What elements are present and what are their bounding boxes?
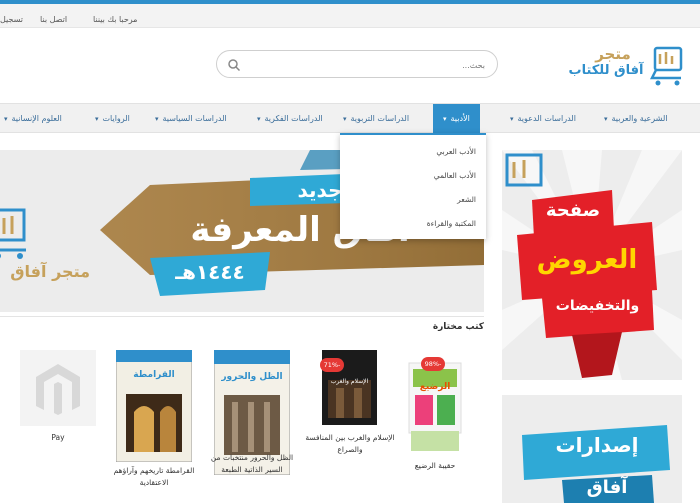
banner-store-name: متجر آفاق xyxy=(10,262,90,281)
promo2-line1: إصدارات xyxy=(555,433,639,457)
banner-year: ١٤٤٤هـ xyxy=(175,260,245,284)
search-icon[interactable] xyxy=(227,58,241,72)
dropdown-item-library-reading[interactable]: المكتبة والقراءة xyxy=(427,219,476,228)
product-title[interactable]: Pay xyxy=(8,432,108,444)
cover-title-text: الظل والحرور xyxy=(221,372,283,382)
nav-item-novels[interactable]: الروايات▾ xyxy=(95,104,130,134)
search-input[interactable] xyxy=(255,57,485,73)
top-bar: مرحبا بك بيننا اتصل بنا تسجيل xyxy=(0,4,700,28)
product-title[interactable]: الإسلام والغرب بين المنافسة والصراع xyxy=(300,432,400,456)
book-cover xyxy=(115,349,193,463)
product-title[interactable]: الظل والحرور منتخبات من السير الذاتية ال… xyxy=(202,452,302,476)
featured-books-title: كتب مختارة xyxy=(432,322,484,332)
product-image[interactable] xyxy=(115,349,193,463)
dropdown-item-poetry[interactable]: الشعر xyxy=(457,195,476,204)
promo-line2: العروض xyxy=(536,245,638,275)
register-link[interactable]: تسجيل xyxy=(0,15,23,24)
nav-item-sharia[interactable]: الشرعية والعربية▾ xyxy=(604,104,667,134)
discount-badge: -71% xyxy=(320,358,344,372)
cover-title-text: الرضيع xyxy=(419,382,451,392)
offers-promo-banner[interactable]: صفحة العروض والتخفيضات xyxy=(502,150,682,380)
logo-line2: آفاق للكتاب xyxy=(568,63,644,78)
chevron-down-icon: ▾ xyxy=(604,115,608,123)
promo-line3: والتخفيضات xyxy=(555,298,640,314)
magento-placeholder-icon xyxy=(36,364,80,415)
product-title[interactable]: القرامطة تاريخهم وآراؤهم الاعتقادية xyxy=(104,465,204,489)
welcome-text: مرحبا بك بيننا xyxy=(93,15,138,24)
promo-line1: صفحة xyxy=(545,200,601,221)
search-box[interactable] xyxy=(216,50,498,78)
contact-link[interactable]: اتصل بنا xyxy=(40,15,67,24)
cover-title-text: القرامطة xyxy=(133,370,175,380)
chevron-down-icon: ▾ xyxy=(4,115,8,123)
logo-line1: متجر xyxy=(595,45,631,63)
nav-item-educational[interactable]: الدراسات التربوية▾ xyxy=(343,104,409,134)
releases-promo-banner[interactable]: إصدارات آفاق xyxy=(502,395,682,503)
chevron-down-icon: ▾ xyxy=(95,115,99,123)
nav-item-political[interactable]: الدراسات السياسية▾ xyxy=(155,104,227,134)
nav-item-dawah[interactable]: الدراسات الدعوية▾ xyxy=(510,104,576,134)
promo2-line2: آفاق xyxy=(586,477,628,498)
literary-dropdown-menu: الأدب العربي الأدب العالمي الشعر المكتبة… xyxy=(340,133,486,239)
dropdown-item-arabic-lit[interactable]: الأدب العربي xyxy=(436,147,476,156)
cover-title-text: الإسلام والغرب xyxy=(330,378,369,385)
chevron-down-icon: ▾ xyxy=(443,115,447,123)
discount-badge: -98% xyxy=(421,357,445,371)
nav-item-humanities[interactable]: العلوم الإنسانية▾ xyxy=(4,104,62,134)
main-nav: الشرعية والعربية▾ الدراسات الدعوية▾ الأد… xyxy=(0,103,700,134)
product-title[interactable]: حقيبة الرضيع xyxy=(385,460,485,472)
nav-item-literary[interactable]: الأدبية▾ xyxy=(433,104,480,134)
chevron-down-icon: ▾ xyxy=(343,115,347,123)
product-image-placeholder[interactable] xyxy=(20,350,96,426)
chevron-down-icon: ▾ xyxy=(257,115,261,123)
section-divider xyxy=(0,316,484,317)
chevron-down-icon: ▾ xyxy=(155,115,159,123)
dropdown-item-world-lit[interactable]: الأدب العالمي xyxy=(434,171,476,180)
chevron-down-icon: ▾ xyxy=(510,115,514,123)
nav-item-intellectual[interactable]: الدراسات الفكرية▾ xyxy=(257,104,323,134)
